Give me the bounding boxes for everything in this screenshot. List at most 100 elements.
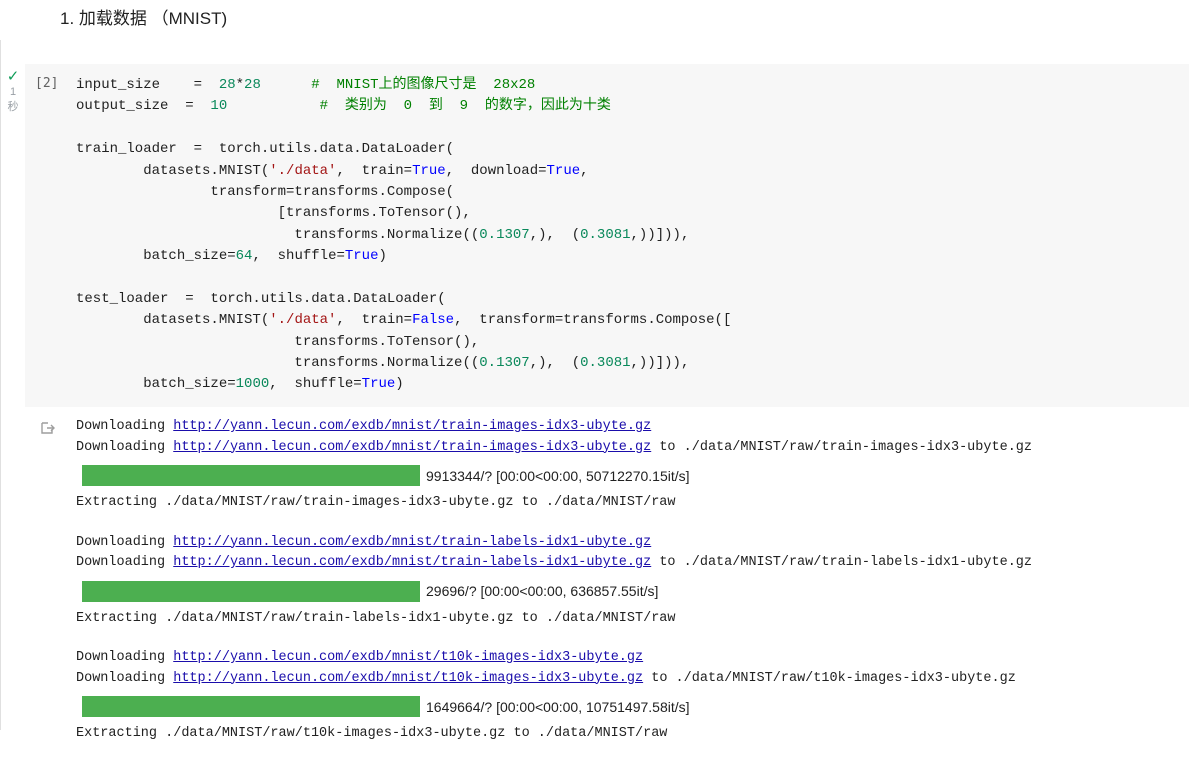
code-token: ) [395, 376, 404, 393]
code-line: train_loader = torch.utils.data.DataLoad… [76, 139, 731, 160]
output-icon[interactable] [40, 420, 56, 436]
extracting-line: Extracting ./data/MNIST/raw/train-images… [76, 495, 676, 510]
download-line: Downloading http://yann.lecun.com/exdb/m… [76, 669, 1176, 690]
code-token: train_loader = torch.utils.data.DataLoad… [76, 141, 455, 158]
exec-count[interactable]: [2] [35, 76, 58, 91]
code-token: output_size = [76, 98, 211, 115]
progress-bar-fill [82, 696, 420, 717]
progress-bar [82, 465, 420, 486]
output-spacer [76, 514, 1176, 533]
code-line: batch_size=1000, shuffle=True) [76, 374, 731, 395]
progress-bar [82, 580, 420, 602]
exec-time: 1 [9, 86, 17, 98]
code-token: batch_size= [76, 248, 236, 265]
download-line: Downloading http://yann.lecun.com/exdb/m… [76, 553, 1176, 574]
downloading-label: Downloading [76, 419, 166, 434]
code-token: , [580, 162, 589, 179]
code-token: 10 [210, 98, 228, 115]
progress-row: 9913344/? [00:00<00:00, 50712270.15it/s] [76, 458, 1176, 493]
code-line: transforms.Normalize((0.1307,), (0.3081,… [76, 225, 731, 246]
code-line: [transforms.ToTensor(), [76, 203, 731, 224]
code-token: datasets.MNIST( [76, 162, 270, 179]
code-token: ,), ( [529, 355, 581, 372]
progress-bar-fill [82, 465, 420, 486]
code-token: transforms.Normalize(( [76, 355, 480, 372]
code-token: True [546, 162, 581, 179]
cell-gutter: ✓ 1 秒 [0, 68, 26, 114]
code-token: datasets.MNIST( [76, 312, 270, 329]
download-link[interactable]: http://yann.lecun.com/exdb/mnist/train-i… [173, 440, 651, 455]
code-line: test_loader = torch.utils.data.DataLoade… [76, 289, 731, 310]
extracting-line: Extracting ./data/MNIST/raw/train-labels… [76, 610, 676, 626]
code-token: True [412, 162, 446, 179]
code-token: transforms.ToTensor(), [76, 333, 480, 350]
downloading-label: Downloading [76, 439, 166, 455]
download-link[interactable]: http://yann.lecun.com/exdb/mnist/train-i… [173, 419, 651, 434]
progress-text: 1649664/? [00:00<00:00, 10751497.58it/s] [426, 698, 690, 715]
download-link[interactable]: http://yann.lecun.com/exdb/mnist/train-l… [173, 535, 651, 550]
code-token: , train= [336, 162, 413, 179]
download-link[interactable]: http://yann.lecun.com/exdb/mnist/train-l… [173, 555, 651, 570]
code-line: transforms.ToTensor(), [76, 332, 731, 353]
code-token: 64 [235, 248, 253, 265]
code-token: [transforms.ToTensor(), [76, 205, 471, 222]
code-token: , transform=transforms.Compose([ [454, 312, 732, 329]
download-destination: ./data/MNIST/raw/train-labels-idx1-ubyte… [683, 555, 1032, 570]
downloading-label: Downloading [76, 650, 166, 665]
check-icon: ✓ [6, 68, 20, 85]
code-token: 0.3081 [580, 355, 631, 372]
code-token: 0.1307 [479, 226, 530, 243]
code-line: datasets.MNIST('./data', train=False, tr… [76, 310, 731, 331]
code-token: 0.1307 [479, 355, 530, 372]
code-token: True [344, 248, 379, 265]
code-token: # 类别为 0 到 9 的数字，因此为十类 [319, 98, 611, 115]
code-token: transform=transforms.Compose( [76, 183, 455, 200]
code-line: batch_size=64, shuffle=True) [76, 246, 731, 267]
code-token: 28 [218, 77, 236, 93]
progress-text: 9913344/? [00:00<00:00, 50712270.15it/s] [426, 467, 690, 484]
code-token: ,))])), [630, 355, 690, 372]
downloading-label: Downloading [76, 670, 166, 686]
download-link[interactable]: http://yann.lecun.com/exdb/mnist/t10k-im… [173, 650, 643, 665]
code-token: transforms.Normalize(( [76, 226, 480, 243]
downloading-label: Downloading [76, 555, 166, 570]
code-token: , download= [445, 162, 547, 179]
code-line: input_size = 28*28 # MNIST上的图像尺寸是 28x28 [76, 75, 731, 96]
code-token: False [412, 312, 455, 329]
progress-row: 1649664/? [00:00<00:00, 10751497.58it/s] [76, 689, 1176, 724]
code-token: 0.3081 [580, 226, 631, 243]
download-line: Downloading http://yann.lecun.com/exdb/m… [76, 648, 1176, 669]
downloading-label: Downloading [76, 534, 166, 550]
to-label: to [651, 670, 668, 686]
code-token: ,), ( [529, 226, 581, 243]
section-heading: 1. 加载数据 （MNIST) [60, 9, 228, 28]
code-line: transforms.Normalize((0.1307,), (0.3081,… [76, 353, 731, 374]
code-token: './data' [269, 162, 337, 179]
code-line: datasets.MNIST('./data', train=True, dow… [76, 161, 731, 182]
cell-output: Downloading http://yann.lecun.com/exdb/m… [76, 417, 1176, 764]
exec-time-unit: 秒 [7, 101, 19, 113]
progress-bar-fill [82, 580, 420, 602]
code-token: batch_size= [76, 376, 236, 393]
download-line: Downloading http://yann.lecun.com/exdb/m… [76, 438, 1176, 459]
code-token: ) [378, 248, 387, 265]
code-token: './data' [269, 312, 337, 329]
code-editor[interactable]: input_size = 28*28 # MNIST上的图像尺寸是 28x28 o… [76, 75, 731, 396]
progress-bar [82, 696, 420, 717]
code-token: True [361, 376, 396, 393]
cell-divider [0, 40, 1, 730]
code-token: * [235, 77, 245, 93]
to-label: to [659, 555, 676, 570]
extracting-line: Extracting ./data/MNIST/raw/t10k-images-… [76, 726, 668, 741]
code-token: , train= [336, 312, 413, 329]
download-line: Downloading http://yann.lecun.com/exdb/m… [76, 417, 1176, 438]
download-link[interactable]: http://yann.lecun.com/exdb/mnist/t10k-im… [173, 671, 643, 686]
code-token: input_size = [76, 77, 219, 93]
download-line: Downloading http://yann.lecun.com/exdb/m… [76, 533, 1176, 554]
progress-row: 29696/? [00:00<00:00, 636857.55it/s] [76, 574, 1176, 609]
code-token: test_loader = torch.utils.data.DataLoade… [76, 290, 446, 307]
